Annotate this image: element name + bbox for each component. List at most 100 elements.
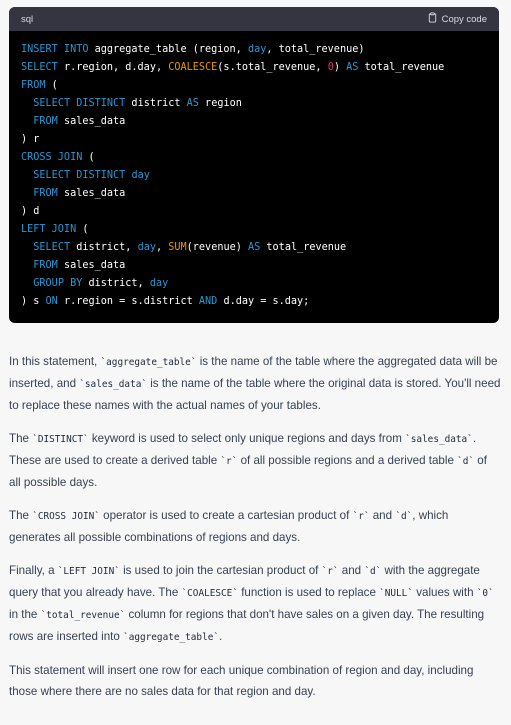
code-token: , total_revenue) [266,44,365,55]
inline-code: `d` [395,511,413,522]
code-line: FROM sales_data [21,257,487,275]
copy-code-button[interactable]: Copy code [427,12,487,26]
paragraph-text: and [338,564,365,577]
code-token: r.region, d.day, [57,62,169,73]
code-token-kw: INSERT INTO [21,44,89,55]
code-token: (revenue) [186,242,248,253]
paragraph: The `CROSS JOIN` operator is used to cre… [9,505,501,548]
inline-code: `total_revenue` [40,610,126,621]
code-token: ) s [21,296,46,307]
paragraph-text: . [219,630,223,643]
inline-code: `aggregate_table` [123,632,220,643]
paragraph-text: values with [412,586,477,599]
code-token-kw: LEFT JOIN [21,224,77,235]
code-line: LEFT JOIN ( [21,221,487,239]
code-token: district, [82,278,150,289]
paragraph-text: keyword is used to select only unique re… [88,432,406,445]
code-line: ) s ON r.region = s.district AND d.day =… [21,293,487,311]
code-line: SELECT r.region, d.day, COALESCE(s.total… [21,59,487,77]
code-token-kw: day [149,278,169,289]
inline-code: `COALESCE` [181,588,238,599]
code-line: INSERT INTO aggregate_table (region, day… [21,41,487,59]
code-token-kw: SELECT [21,62,58,73]
paragraph-text: operator is used to create a cartesian p… [99,509,353,522]
code-line: FROM ( [21,77,487,95]
code-content: INSERT INTO aggregate_table (region, day… [9,31,499,323]
code-token-fn2: COALESCE [168,62,218,73]
code-line: SELECT district, day, SUM(revenue) AS to… [21,239,487,257]
inline-code: `d` [364,566,382,577]
code-token-kw: FROM [33,116,58,127]
paragraph: Finally, a `LEFT JOIN` is used to join t… [9,560,501,648]
code-token: aggregate_table (region, [88,44,248,55]
code-line: GROUP BY district, day [21,275,487,293]
code-token-kw: AND [198,296,218,307]
code-language-label: sql [21,13,34,25]
code-token-kw: GROUP BY [33,278,83,289]
inline-code: `r` [352,511,370,522]
code-token: ( [45,80,58,91]
code-token: total_revenue [358,62,445,73]
paragraph-text: This statement will insert one row for e… [9,664,474,698]
inline-code: `CROSS JOIN` [32,511,100,522]
code-token-kw: SELECT [33,242,71,253]
code-header: sql Copy code [9,7,499,31]
code-line: FROM sales_data [21,185,487,203]
code-token-fn2: SUM [168,242,187,253]
code-token-kw: CROSS JOIN [21,152,83,163]
paragraph-text: The [9,432,33,445]
paragraph-text: The [9,509,33,522]
code-line: ) d [21,203,487,221]
paragraph-text: Finally, a [9,564,58,577]
code-token-kw: FROM [33,260,58,271]
inline-code: `DISTINCT` [32,434,89,445]
copy-code-label: Copy code [441,13,487,25]
code-token-kw: ON [45,296,58,307]
code-token-kw: FROM [33,188,58,199]
code-token: district [125,98,187,109]
inline-code: `d` [457,456,475,467]
code-token: district, [70,242,138,253]
code-token-kw: SELECT DISTINCT [33,170,126,181]
inline-code: `0` [476,588,494,599]
code-token: ( [82,152,95,163]
inline-code: `LEFT JOIN` [57,566,120,577]
response-text: In this statement, `aggregate_table` is … [9,351,501,714]
code-token: ) r [21,134,40,145]
code-token: total_revenue [260,242,347,253]
paragraph-text: and [369,509,396,522]
paragraph: In this statement, `aggregate_table` is … [9,351,501,416]
paragraph-text: in the [9,608,41,621]
code-line: CROSS JOIN ( [21,149,487,167]
inline-code: `r` [321,566,339,577]
code-token: , [155,242,169,253]
paragraph: This statement will insert one row for e… [9,660,501,702]
code-token: sales_data [57,188,126,199]
code-line: SELECT DISTINCT day [21,167,487,185]
code-token-kw: day [131,170,150,181]
code-line: FROM sales_data [21,113,487,131]
paragraph-text: is used to join the cartesian product of [119,564,322,577]
code-token-kw: day [247,44,267,55]
inline-code: `sales_data` [79,379,147,390]
inline-code: `r` [220,456,238,467]
code-token: ) d [21,206,40,217]
code-token-kw: day [137,242,156,253]
code-token: (s.total_revenue, [217,62,328,73]
inline-code: `NULL` [379,588,413,599]
code-token: sales_data [57,116,126,127]
code-token-kw: FROM [21,80,46,91]
inline-code: `aggregate_table` [100,357,197,368]
code-token: d.day = s.day; [217,296,310,307]
paragraph-text: function is used to replace [237,586,380,599]
code-token: region [198,98,242,109]
paragraph: The `DISTINCT` keyword is used to select… [9,428,501,493]
code-token: ) [333,62,347,73]
